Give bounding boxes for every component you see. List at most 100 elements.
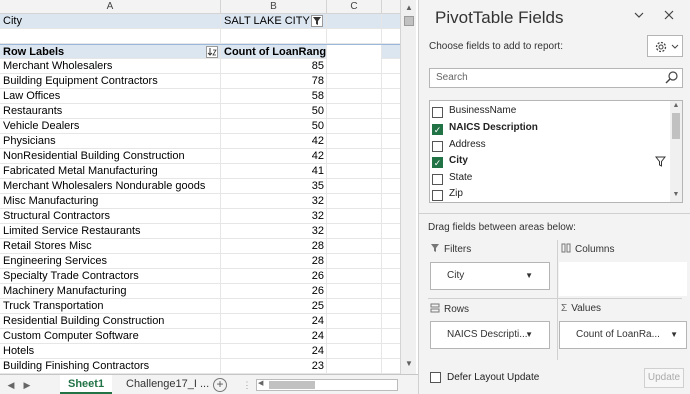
empty-cell[interactable] bbox=[327, 359, 382, 374]
empty-cell[interactable] bbox=[327, 119, 382, 134]
column-header-b[interactable]: B bbox=[221, 0, 327, 14]
checkbox-zip[interactable] bbox=[432, 190, 443, 201]
row-labels-header[interactable]: Row Labels bbox=[0, 45, 221, 60]
cell-a2[interactable] bbox=[0, 29, 221, 44]
vertical-scrollbar[interactable]: ▲ ▼ bbox=[400, 0, 416, 374]
count-cell[interactable]: 28 bbox=[221, 239, 327, 254]
row-label-cell[interactable]: Physicians bbox=[0, 134, 221, 149]
row-label-cell[interactable]: Engineering Services bbox=[0, 254, 221, 269]
count-cell[interactable]: 78 bbox=[221, 74, 327, 89]
count-cell[interactable]: 32 bbox=[221, 194, 327, 209]
tab-prev-icon[interactable]: ◀ bbox=[4, 378, 18, 392]
checkbox-address[interactable] bbox=[432, 141, 443, 152]
empty-cell[interactable] bbox=[327, 269, 382, 284]
count-header[interactable]: Count of LoanRange bbox=[221, 45, 327, 60]
empty-cell[interactable] bbox=[327, 224, 382, 239]
checkbox-city[interactable]: ✓ bbox=[432, 157, 443, 168]
field-zip[interactable]: Zip bbox=[430, 187, 670, 202]
field-state[interactable]: State bbox=[430, 171, 670, 187]
row-label-cell[interactable]: Law Offices bbox=[0, 89, 221, 104]
row-label-cell[interactable]: Restaurants bbox=[0, 104, 221, 119]
row-label-cell[interactable]: Machinery Manufacturing bbox=[0, 284, 221, 299]
empty-cell[interactable] bbox=[327, 314, 382, 329]
empty-cell[interactable] bbox=[327, 299, 382, 314]
empty-cell[interactable] bbox=[327, 254, 382, 269]
field-address[interactable]: Address bbox=[430, 138, 670, 154]
close-icon[interactable] bbox=[663, 9, 675, 24]
checkbox-state[interactable] bbox=[432, 174, 443, 185]
field-city[interactable]: ✓ City bbox=[430, 154, 670, 170]
row-label-cell[interactable]: Retail Stores Misc bbox=[0, 239, 221, 254]
count-cell[interactable]: 24 bbox=[221, 344, 327, 359]
row-label-cell[interactable]: Fabricated Metal Manufacturing bbox=[0, 164, 221, 179]
count-cell[interactable]: 26 bbox=[221, 284, 327, 299]
add-sheet-icon[interactable]: + bbox=[213, 378, 227, 392]
scroll-up-arrow-icon[interactable]: ▲ bbox=[670, 102, 682, 109]
cell-c1[interactable] bbox=[327, 14, 382, 29]
empty-cell[interactable] bbox=[327, 59, 382, 74]
count-cell[interactable]: 85 bbox=[221, 59, 327, 74]
row-label-cell[interactable]: Truck Transportation bbox=[0, 299, 221, 314]
empty-cell[interactable] bbox=[327, 89, 382, 104]
vertical-scroll-thumb[interactable] bbox=[404, 16, 414, 26]
row-label-cell[interactable]: Specialty Trade Contractors bbox=[0, 269, 221, 284]
count-cell[interactable]: 42 bbox=[221, 149, 327, 164]
count-cell[interactable]: 23 bbox=[221, 359, 327, 374]
empty-cell[interactable] bbox=[327, 149, 382, 164]
row-label-cell[interactable]: NonResidential Building Construction bbox=[0, 149, 221, 164]
row-label-cell[interactable]: Merchant Wholesalers Nondurable goods bbox=[0, 179, 221, 194]
empty-cell[interactable] bbox=[327, 164, 382, 179]
tab-challenge[interactable]: Challenge17_I ... bbox=[118, 375, 217, 394]
count-cell[interactable]: 42 bbox=[221, 134, 327, 149]
field-businessname[interactable]: BusinessName bbox=[430, 104, 670, 120]
count-cell[interactable]: 58 bbox=[221, 89, 327, 104]
cell-c3[interactable] bbox=[327, 45, 382, 60]
tools-gear-button[interactable] bbox=[647, 35, 683, 57]
empty-cell[interactable] bbox=[327, 74, 382, 89]
count-cell[interactable]: 35 bbox=[221, 179, 327, 194]
count-cell[interactable]: 26 bbox=[221, 269, 327, 284]
scroll-down-arrow-icon[interactable]: ▼ bbox=[403, 358, 415, 370]
empty-cell[interactable] bbox=[327, 134, 382, 149]
row-label-cell[interactable]: Merchant Wholesalers bbox=[0, 59, 221, 74]
empty-cell[interactable] bbox=[327, 104, 382, 119]
count-cell[interactable]: 32 bbox=[221, 224, 327, 239]
column-header-a[interactable]: A bbox=[0, 0, 221, 14]
count-cell[interactable]: 28 bbox=[221, 254, 327, 269]
row-label-cell[interactable]: Hotels bbox=[0, 344, 221, 359]
count-cell[interactable]: 24 bbox=[221, 329, 327, 344]
count-cell[interactable]: 25 bbox=[221, 299, 327, 314]
pane-options-chevron-icon[interactable] bbox=[633, 9, 645, 24]
count-cell[interactable]: 50 bbox=[221, 119, 327, 134]
field-search-input[interactable]: Search bbox=[429, 68, 683, 88]
empty-cell[interactable] bbox=[327, 284, 382, 299]
cell-b2[interactable] bbox=[221, 29, 327, 44]
filter-dropdown-button[interactable] bbox=[311, 15, 323, 27]
count-cell[interactable]: 24 bbox=[221, 314, 327, 329]
row-label-cell[interactable]: Residential Building Construction bbox=[0, 314, 221, 329]
horizontal-scrollbar[interactable]: ◀ bbox=[256, 379, 398, 391]
empty-cell[interactable] bbox=[327, 179, 382, 194]
row-label-cell[interactable]: Building Finishing Contractors bbox=[0, 359, 221, 374]
checkbox-businessname[interactable] bbox=[432, 107, 443, 118]
pane-divider[interactable] bbox=[418, 213, 690, 214]
search-icon[interactable] bbox=[665, 70, 679, 84]
row-label-cell[interactable]: Limited Service Restaurants bbox=[0, 224, 221, 239]
count-cell[interactable]: 41 bbox=[221, 164, 327, 179]
empty-cell[interactable] bbox=[327, 239, 382, 254]
row-label-cell[interactable]: Building Equipment Contractors bbox=[0, 74, 221, 89]
field-naics-description[interactable]: ✓ NAICS Description bbox=[430, 121, 670, 137]
column-header-c[interactable]: C bbox=[327, 0, 382, 14]
scroll-down-arrow-icon[interactable]: ▼ bbox=[670, 191, 682, 198]
row-label-cell[interactable]: Custom Computer Software bbox=[0, 329, 221, 344]
count-cell[interactable]: 50 bbox=[221, 104, 327, 119]
scroll-up-arrow-icon[interactable]: ▲ bbox=[403, 2, 415, 14]
tab-split-handle[interactable]: ⋮ bbox=[240, 378, 254, 392]
count-cell[interactable]: 32 bbox=[221, 209, 327, 224]
checkbox-naics-description[interactable]: ✓ bbox=[432, 124, 443, 135]
empty-cell[interactable] bbox=[327, 209, 382, 224]
scroll-left-arrow-icon[interactable]: ◀ bbox=[258, 379, 263, 387]
row-label-cell[interactable]: Misc Manufacturing bbox=[0, 194, 221, 209]
empty-cell[interactable] bbox=[327, 194, 382, 209]
tab-next-icon[interactable]: ▶ bbox=[20, 378, 34, 392]
